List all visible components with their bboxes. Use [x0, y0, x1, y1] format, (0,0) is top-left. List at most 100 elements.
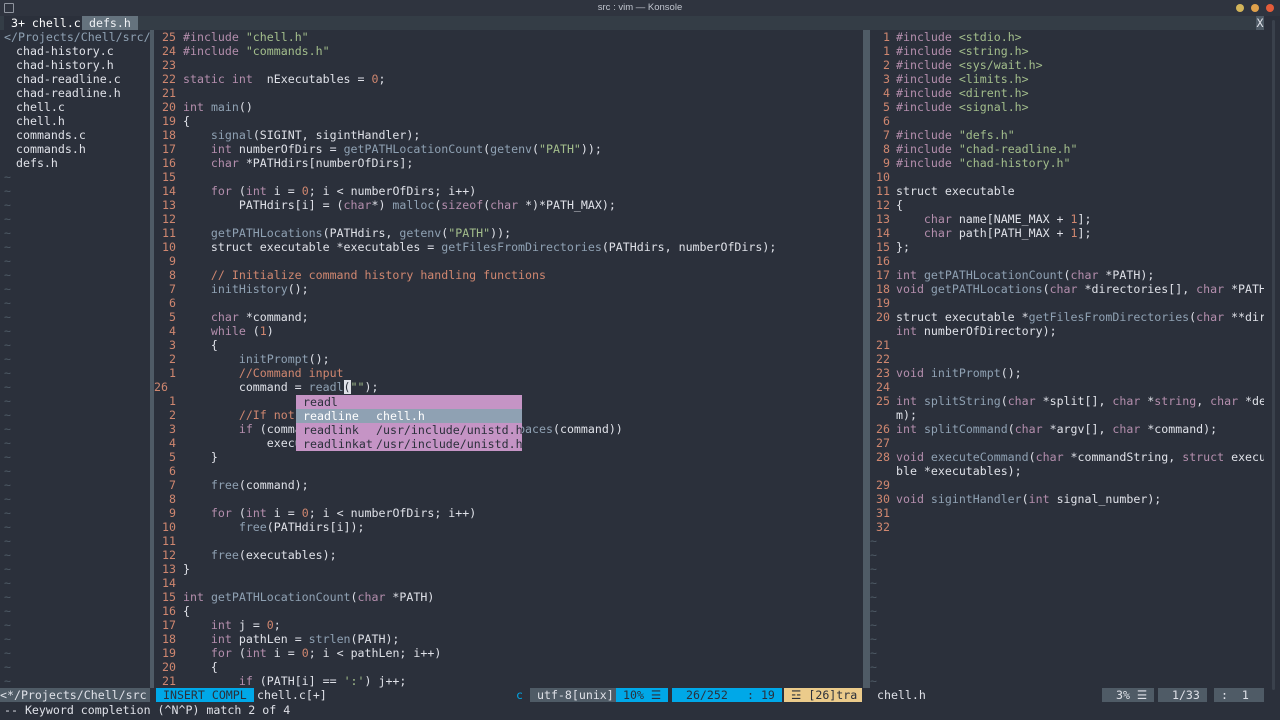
code-line[interactable]: 26 command = readl(""); — [154, 380, 862, 394]
completion-item[interactable]: readlink/usr/include/unistd.h — [296, 423, 523, 437]
code-line[interactable]: 10 — [870, 170, 1264, 184]
completion-item[interactable]: readline chell.h — [296, 409, 522, 423]
code-line[interactable]: 22 — [870, 352, 1264, 366]
maximize-button[interactable] — [1251, 4, 1259, 12]
code-line[interactable]: 7 initHistory(); — [154, 282, 862, 296]
code-line[interactable]: 13 char name[NAME_MAX + 1]; — [870, 212, 1264, 226]
code-line[interactable]: int numberOfDirectory); — [870, 324, 1264, 338]
code-line[interactable]: 18 void getPATHLocations(char *directorie… — [870, 282, 1264, 296]
code-line[interactable]: 5 #include <signal.h> — [870, 100, 1264, 114]
code-line[interactable]: 17 int j = 0; — [154, 618, 862, 632]
code-line[interactable]: 12 { — [870, 198, 1264, 212]
terminal-scroll-thumb[interactable] — [1272, 20, 1275, 690]
code-line[interactable]: 5 char *command; — [154, 310, 862, 324]
code-line[interactable]: 24 #include "commands.h" — [154, 44, 862, 58]
code-line[interactable]: 25 #include "chell.h" — [154, 30, 862, 44]
code-line[interactable]: 15 int getPATHLocationCount(char *PATH) — [154, 590, 862, 604]
code-line[interactable]: 6 — [154, 296, 862, 310]
code-line[interactable]: 19 — [870, 296, 1264, 310]
explorer-file[interactable]: defs.h — [16, 156, 58, 170]
code-line[interactable]: 10 struct executable *executables = getF… — [154, 240, 862, 254]
tab-close-button[interactable]: X — [1256, 16, 1264, 30]
code-line[interactable]: 10 free(PATHdirs[i]); — [154, 520, 862, 534]
code-line[interactable]: 21 — [154, 86, 862, 100]
code-line[interactable]: ble *executables); — [870, 464, 1264, 478]
code-line[interactable]: 15 — [154, 170, 862, 184]
code-line[interactable]: 13} — [154, 562, 862, 576]
code-line[interactable]: 3 { — [154, 338, 862, 352]
code-line[interactable]: 9 for (int i = 0; i < numberOfDirs; i++) — [154, 506, 862, 520]
code-line[interactable]: 19 { — [154, 114, 862, 128]
code-line[interactable]: 23 void initPrompt(); — [870, 366, 1264, 380]
code-line[interactable]: 14 for (int i = 0; i < numberOfDirs; i++… — [154, 184, 862, 198]
code-line[interactable]: 11 — [154, 534, 862, 548]
close-button[interactable] — [1266, 4, 1274, 12]
editor-pane-chell-h[interactable]: 1 #include <stdio.h> 1 #include <string.h> 2… — [870, 30, 1264, 688]
code-line[interactable]: m); — [870, 408, 1264, 422]
code-line[interactable]: 32 — [870, 520, 1264, 534]
code-line[interactable]: 3 #include <limits.h> — [870, 72, 1264, 86]
tab-defs-h[interactable]: defs.h — [82, 16, 138, 30]
code-line[interactable]: 31 — [870, 506, 1264, 520]
code-line[interactable]: 14 — [154, 576, 862, 590]
code-line[interactable]: 8 // Initialize command history handling… — [154, 268, 862, 282]
code-line[interactable]: 8 #include "chad-readline.h" — [870, 142, 1264, 156]
code-line[interactable]: 5 } — [154, 450, 862, 464]
code-line[interactable]: 26 int splitCommand(char *argv[], char *c… — [870, 422, 1264, 436]
tab-chell-c[interactable]: 3+ chell.c — [4, 16, 88, 30]
code-line[interactable]: 11 struct executable — [870, 184, 1264, 198]
editor-pane-chell-c[interactable]: 25 #include "chell.h" 24 #include "commands… — [154, 30, 862, 688]
code-line[interactable]: 9 — [154, 254, 862, 268]
explorer-file[interactable]: commands.c — [16, 128, 86, 142]
code-line[interactable]: 11 getPATHLocations(PATHdirs, getenv("PA… — [154, 226, 862, 240]
code-line[interactable]: 15}; — [870, 240, 1264, 254]
code-line[interactable]: 1 #include <stdio.h> — [870, 30, 1264, 44]
code-line[interactable]: 12 free(executables); — [154, 548, 862, 562]
code-line[interactable]: 27 — [870, 436, 1264, 450]
code-line[interactable]: 6 — [870, 114, 1264, 128]
code-line[interactable]: 16 char *PATHdirs[numberOfDirs]; — [154, 156, 862, 170]
code-line[interactable]: 17 int numberOfDirs = getPATHLocationCou… — [154, 142, 862, 156]
code-line[interactable]: 25 int splitString(char *split[], char *s… — [870, 394, 1264, 408]
code-line[interactable]: 21 — [870, 338, 1264, 352]
code-line[interactable]: 22 static int nExecutables = 0; — [154, 72, 862, 86]
code-line[interactable]: 19 for (int i = 0; i < pathLen; i++) — [154, 646, 862, 660]
code-line[interactable]: 17 int getPATHLocationCount(char *PATH); — [870, 268, 1264, 282]
code-line[interactable]: 2 initPrompt(); — [154, 352, 862, 366]
completion-item[interactable]: readlinkat/usr/include/unistd.h — [296, 437, 523, 451]
split-separator-right[interactable] — [863, 30, 870, 688]
code-line[interactable]: 18 signal(SIGINT, sigintHandler); — [154, 128, 862, 142]
code-line[interactable]: 4 #include <dirent.h> — [870, 86, 1264, 100]
code-line[interactable]: 13 PATHdirs[i] = (char*) malloc(sizeof(c… — [154, 198, 862, 212]
minimize-button[interactable] — [1236, 4, 1244, 12]
code-line[interactable]: 16 — [870, 254, 1264, 268]
explorer-file[interactable]: chell.h — [16, 114, 65, 128]
code-line[interactable]: 1 //Command input — [154, 366, 862, 380]
code-line[interactable]: 28 void executeCommand(char *commandStrin… — [870, 450, 1264, 464]
code-line[interactable]: 7 free(command); — [154, 478, 862, 492]
code-line[interactable]: 20 int main() — [154, 100, 862, 114]
code-line[interactable]: 20 struct executable *getFilesFromDirecto… — [870, 310, 1264, 324]
explorer-file[interactable]: chad-history.h — [16, 58, 114, 72]
explorer-file[interactable]: chell.c — [16, 100, 65, 114]
code-line[interactable]: 7 #include "defs.h" — [870, 128, 1264, 142]
code-line[interactable]: 18 int pathLen = strlen(PATH); — [154, 632, 862, 646]
explorer-file[interactable]: chad-readline.c — [16, 72, 121, 86]
code-line[interactable]: 8 — [154, 492, 862, 506]
code-line[interactable]: 23 — [154, 58, 862, 72]
explorer-file[interactable]: chad-readline.h — [16, 86, 121, 100]
explorer-file[interactable]: commands.h — [16, 142, 86, 156]
code-line[interactable]: 21 if (PATH[i] == ':') j++; — [154, 674, 862, 688]
code-line[interactable]: 14 char path[PATH_MAX + 1]; — [870, 226, 1264, 240]
code-line[interactable]: 1 #include <string.h> — [870, 44, 1264, 58]
code-line[interactable]: 9 #include "chad-history.h" — [870, 156, 1264, 170]
code-line[interactable]: 29 — [870, 478, 1264, 492]
code-line[interactable]: 6 — [154, 464, 862, 478]
code-line[interactable]: 30 void sigintHandler(int signal_number); — [870, 492, 1264, 506]
explorer-header[interactable]: </Projects/Chell/src/ — [4, 30, 150, 44]
code-line[interactable]: 20 { — [154, 660, 862, 674]
code-line[interactable]: 16 { — [154, 604, 862, 618]
completion-item[interactable]: readl — [296, 395, 522, 409]
code-line[interactable]: 4 while (1) — [154, 324, 862, 338]
code-line[interactable]: 24 — [870, 380, 1264, 394]
